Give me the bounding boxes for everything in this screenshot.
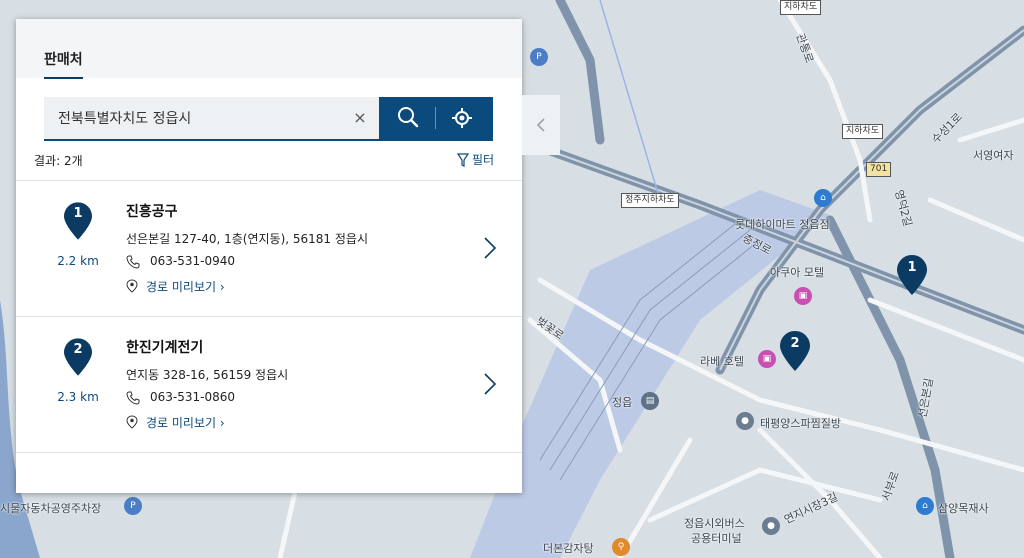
result-phone[interactable]: 063-531-0940 (150, 254, 235, 268)
map-label-samyang[interactable]: 삼양목재사 (938, 500, 989, 516)
map-label-bus-terminal-2: 공용터미널 (691, 532, 742, 545)
route-preview-link[interactable]: 경로 미리보기 › (146, 414, 225, 431)
phone-icon (126, 255, 140, 269)
map-label-deobon[interactable]: 더본감자탕 (543, 540, 594, 556)
crosshair-icon (452, 108, 472, 128)
clear-search-button[interactable]: × (350, 107, 370, 129)
filter-button[interactable]: 필터 (457, 151, 494, 168)
map-box-underpass-3: 정주지하차도 (621, 193, 679, 208)
shop-poi-icon[interactable]: ⌂ (814, 189, 832, 207)
search-icon (398, 107, 419, 128)
result-item-1[interactable]: 1 2.2 km 진흥공구 선은본길 127-40, 1층(연지동), 5618… (16, 181, 522, 316)
divider (16, 452, 522, 453)
map-pin-number: 2 (790, 336, 800, 351)
hotel-poi-icon[interactable]: ▣ (758, 350, 776, 368)
spa-poi-icon[interactable]: ● (736, 412, 754, 430)
map-box-underpass-2: 지하차도 (842, 124, 884, 139)
map-label-taepyeong-spa[interactable]: 태평양스파찜질방 (760, 415, 841, 431)
result-number: 1 (73, 206, 83, 221)
filter-icon (457, 152, 469, 167)
search-button[interactable] (379, 97, 436, 139)
result-item-2[interactable]: 2 2.3 km 한진기계전기 연지동 328-16, 56159 정읍시 06… (16, 317, 522, 452)
result-distance: 2.3 km (57, 390, 99, 404)
map-label-lotte[interactable]: 롯데하이마트 정읍점 (735, 216, 830, 232)
chevron-right-icon[interactable] (482, 236, 498, 260)
result-name: 진흥공구 (126, 204, 178, 220)
parking-poi-icon[interactable]: P (530, 48, 548, 66)
result-address: 연지동 328-16, 56159 정읍시 (126, 368, 289, 382)
phone-icon (126, 391, 140, 405)
route-preview-label: 경로 미리보기 (146, 416, 217, 430)
result-address: 선은본길 127-40, 1층(연지동), 56181 정읍시 (126, 232, 369, 246)
result-number: 2 (73, 342, 83, 357)
result-pin: 2 (64, 337, 92, 377)
map-label-akuai-motel[interactable]: 아쿠아 모텔 (770, 264, 824, 280)
result-name: 한진기계전기 (126, 340, 204, 356)
result-count: 결과: 2개 (34, 154, 83, 168)
map-pin-2[interactable]: 2 (780, 331, 810, 371)
map-label-seoyeong: 서영여자 (973, 149, 1014, 162)
result-phone[interactable]: 063-531-0860 (150, 390, 235, 404)
chevron-right-icon[interactable] (482, 372, 498, 396)
filter-label: 필터 (472, 153, 495, 167)
restaurant-poi-icon[interactable]: ⚲ (612, 538, 630, 556)
terminal-poi-icon[interactable]: ● (762, 517, 780, 535)
location-icon (126, 415, 138, 429)
shop-poi-icon[interactable]: ⌂ (916, 497, 934, 515)
result-distance: 2.2 km (57, 254, 99, 268)
route-preview-label: 경로 미리보기 (146, 280, 217, 294)
map-pin-number: 1 (907, 260, 917, 275)
tab-dealers[interactable]: 판매처 (44, 49, 83, 79)
map-label-parking[interactable]: 시물자동차공영주차장 (0, 500, 101, 516)
result-pin: 1 (64, 201, 92, 241)
parking-poi-icon[interactable]: P (124, 497, 142, 515)
search-input[interactable] (44, 97, 348, 139)
locate-me-button[interactable] (436, 97, 493, 139)
map-pin-1[interactable]: 1 (897, 255, 927, 295)
hotel-poi-icon[interactable]: ▣ (794, 287, 812, 305)
collapse-panel-button[interactable] (522, 95, 560, 155)
chevron-right-icon: › (219, 416, 225, 430)
search-field: × (44, 97, 379, 139)
search-underline (44, 139, 493, 141)
map-box-route-701: 701 (866, 162, 892, 177)
location-icon (126, 279, 138, 293)
map-label-rabe-hotel[interactable]: 라베 호텔 (700, 353, 744, 369)
panel-header: 판매처 (16, 19, 522, 79)
map-label-jeongeup-station[interactable]: 정읍 (612, 394, 632, 410)
chevron-left-icon (536, 118, 545, 132)
route-preview-link[interactable]: 경로 미리보기 › (146, 278, 225, 295)
chevron-right-icon: › (219, 280, 225, 294)
station-poi-icon[interactable]: ▤ (641, 392, 659, 410)
dealer-panel: 판매처 × 결과: 2개 필터 1 2 (16, 19, 560, 493)
map-box-underpass-1: 지하차도 (780, 0, 822, 15)
map-label-bus-terminal-1: 정읍시외버스 (684, 517, 745, 530)
